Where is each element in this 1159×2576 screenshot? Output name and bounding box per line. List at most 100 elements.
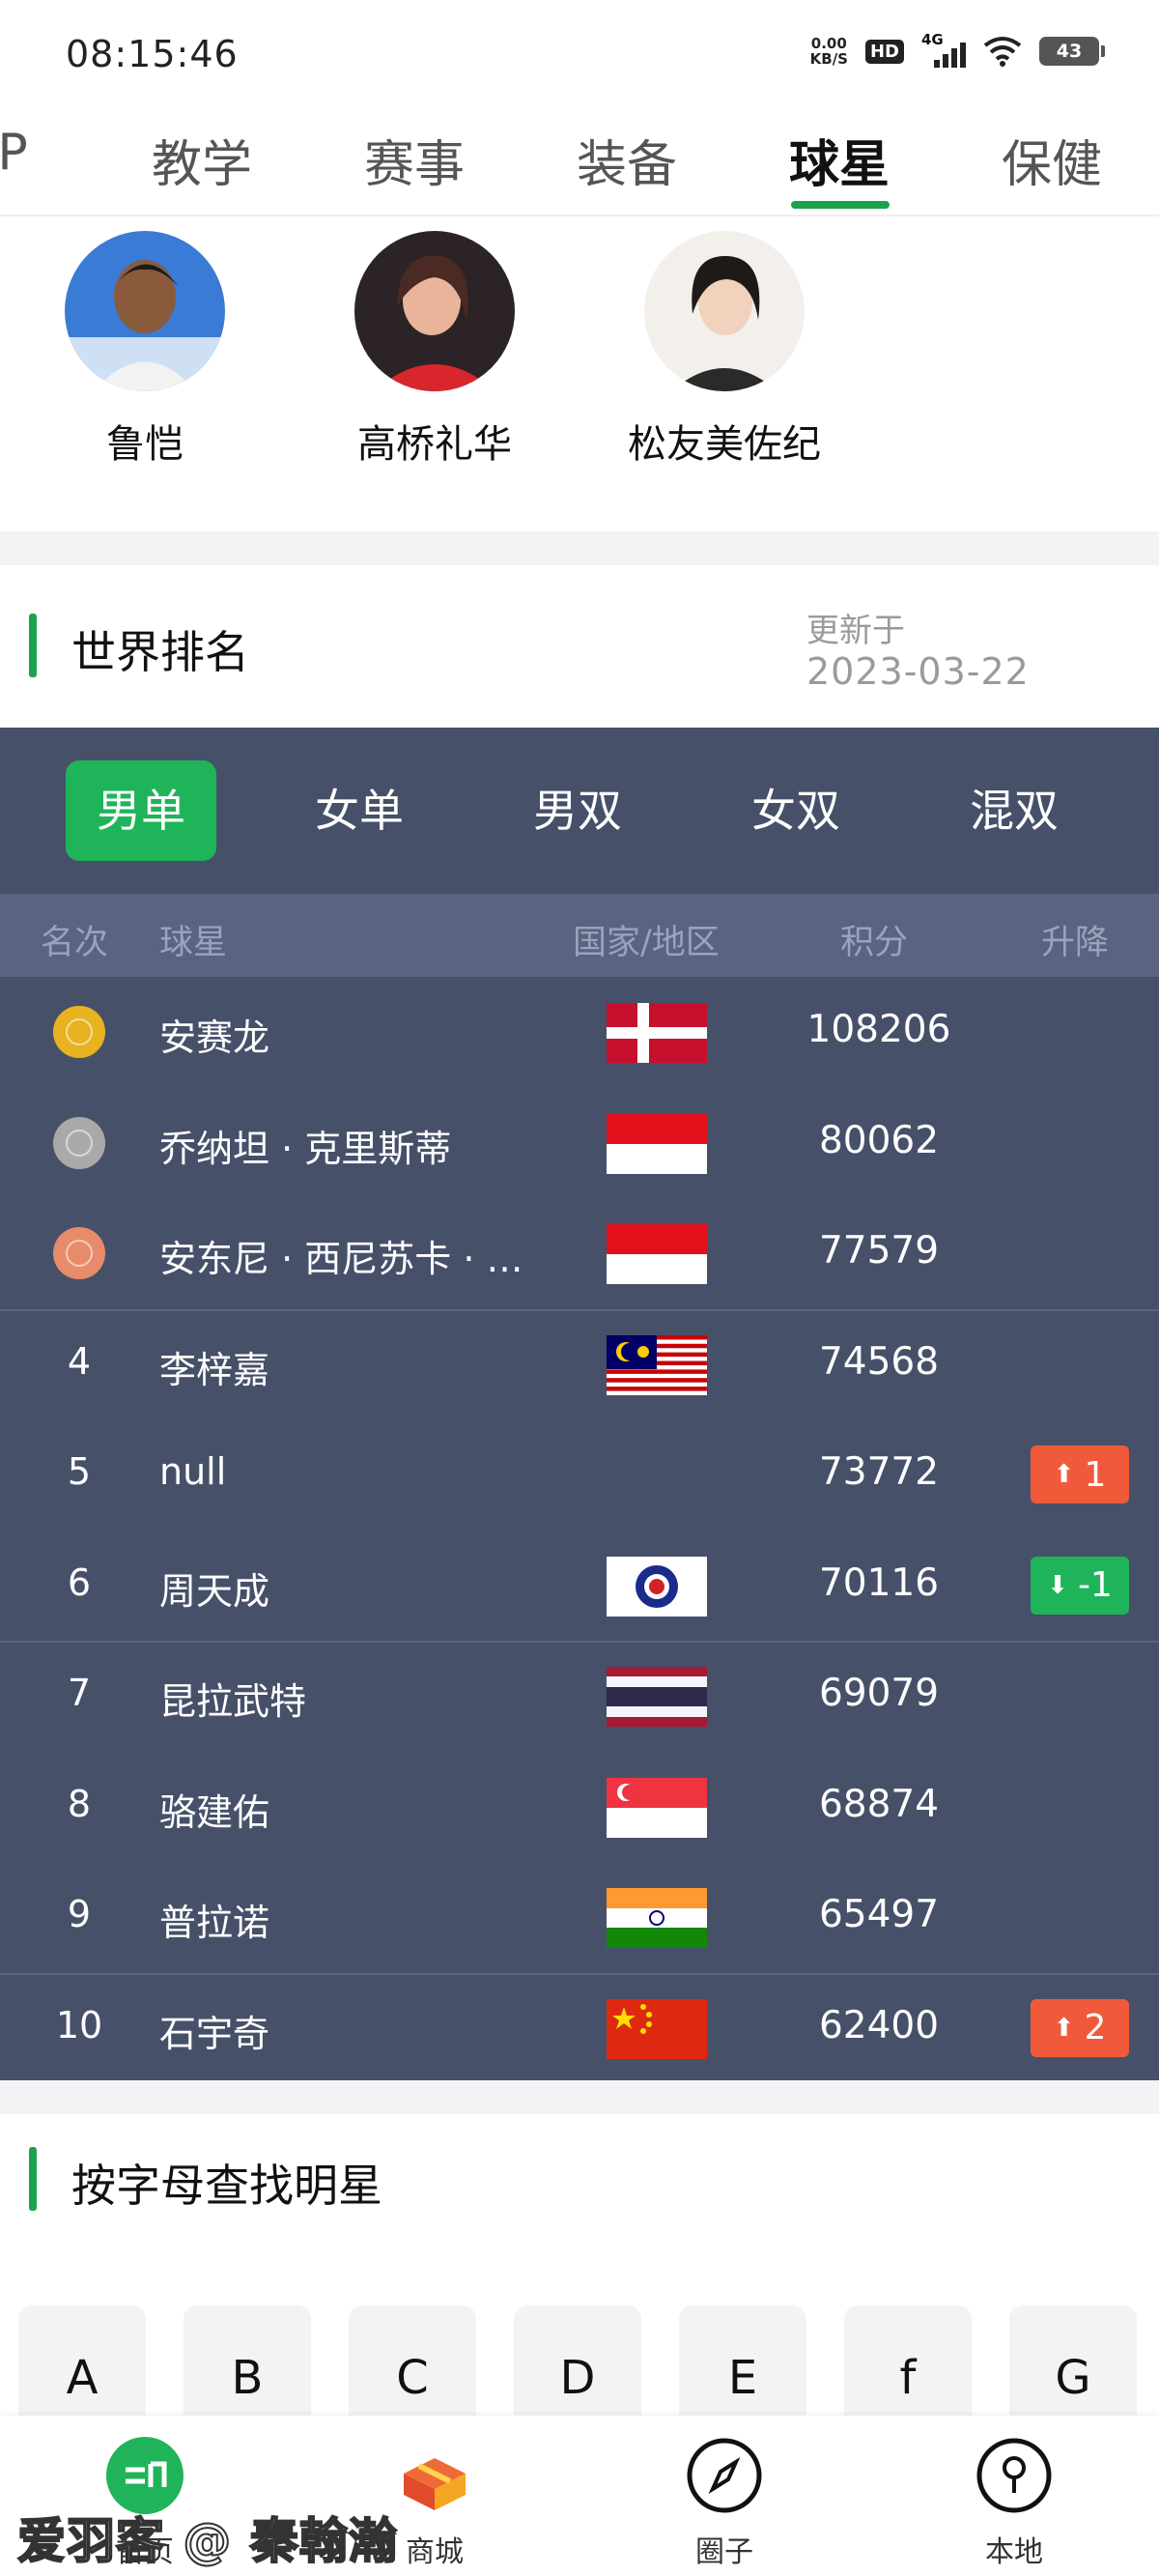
status-time: 08:15:46: [66, 33, 239, 75]
rank-number: 9: [67, 1893, 92, 1935]
tab-teaching[interactable]: 教学: [152, 124, 252, 196]
player-score: 108206: [806, 1008, 951, 1051]
denmark-flag: [607, 1003, 707, 1063]
ranking-row[interactable]: 安东尼 · 西尼苏卡 · … 77579: [0, 1198, 1159, 1308]
featured-stars: 鲁恺 高桥礼华 松友美佐纪: [0, 216, 1159, 531]
player-name: 乔纳坦 · 克里斯蒂: [159, 1127, 452, 1170]
player-name: 安赛龙: [159, 1016, 270, 1059]
rank-change-badge: ⬆ 2: [1031, 1998, 1129, 2057]
letter-key-c[interactable]: C: [349, 2305, 476, 2433]
ranking-row[interactable]: 9 普拉诺 65497: [0, 1862, 1159, 1972]
section-title: 世界排名: [71, 626, 249, 678]
chinese-taipei-flag: [607, 1556, 707, 1617]
tab-health[interactable]: 保健: [1002, 124, 1102, 196]
ranking-row[interactable]: 7 昆拉武特 69079: [0, 1641, 1159, 1751]
tab-equipment[interactable]: 装备: [577, 124, 677, 196]
avatar[interactable]: [65, 231, 225, 391]
segment-mens-doubles[interactable]: 男双: [502, 760, 653, 861]
ranking-row[interactable]: 6 周天成 70116 ⬇ -1: [0, 1531, 1159, 1641]
arrow-up-icon: ⬆: [1053, 1460, 1075, 1489]
row-divider: [0, 1641, 1159, 1643]
player-score: 74568: [818, 1339, 940, 1384]
player-name: 石宇奇: [159, 2012, 270, 2055]
letter-key-d[interactable]: D: [514, 2305, 641, 2433]
tab-events[interactable]: 赛事: [364, 124, 465, 196]
star-card[interactable]: 高桥礼华: [309, 231, 560, 469]
indonesia-flag: [607, 1224, 707, 1284]
hd-icon: HD: [864, 39, 904, 64]
rank-number: 6: [67, 1560, 92, 1604]
letter-key-f[interactable]: f: [844, 2305, 972, 2433]
avatar[interactable]: [644, 231, 805, 391]
star-name: 鲁恺: [106, 422, 184, 467]
ranking-row[interactable]: 10 石宇奇 62400 ⬆ 2: [0, 1973, 1159, 2083]
star-name: 高桥礼华: [357, 422, 512, 467]
star-card[interactable]: 松友美佐纪: [599, 231, 850, 469]
player-score: 70116: [818, 1560, 940, 1605]
row-divider: [0, 1308, 1159, 1311]
compass-icon: [687, 2438, 762, 2513]
star-name: 松友美佐纪: [628, 422, 821, 467]
ranking-header: 世界排名 更新于 2023-03-22: [0, 565, 1159, 728]
player-name: 普拉诺: [159, 1902, 270, 1944]
tab-stars[interactable]: 球星: [789, 124, 890, 196]
ranking-row[interactable]: 乔纳坦 · 克里斯蒂 80062: [0, 1088, 1159, 1198]
letter-key-b[interactable]: B: [184, 2305, 311, 2433]
player-name: 骆建佑: [159, 1790, 270, 1834]
status-icons: 0.00 KB/S HD 4G 43: [809, 31, 1105, 68]
letter-key-e[interactable]: E: [679, 2305, 806, 2433]
player-name: 昆拉武特: [159, 1680, 307, 1723]
player-name: 安东尼 · 西尼苏卡 · …: [159, 1238, 523, 1280]
shop-icon: [404, 2458, 466, 2510]
nav-local[interactable]: 本地: [937, 2435, 1091, 2570]
column-score: 积分: [840, 924, 909, 962]
segment-mixed-doubles[interactable]: 混双: [939, 760, 1089, 861]
player-name: 周天成: [159, 1569, 270, 1613]
row-divider: [0, 1972, 1159, 1975]
player-score: 68874: [818, 1782, 940, 1826]
rank-number: 8: [67, 1782, 92, 1825]
ranking-row[interactable]: 5 null 73772 ⬆ 1: [0, 1419, 1159, 1530]
letter-key-g[interactable]: G: [1009, 2305, 1137, 2433]
segment-womens-singles[interactable]: 女单: [284, 760, 435, 861]
rank-number: 4: [67, 1339, 92, 1383]
rank-number: 7: [67, 1672, 92, 1714]
ranking-panel: 男单 女单 男双 女双 混双 名次 球星 国家/地区 积分 升降 安赛龙 1082…: [0, 728, 1159, 2080]
player-score: 73772: [818, 1450, 940, 1494]
wifi-icon: [983, 37, 1022, 67]
player-name: 李梓嘉: [159, 1348, 270, 1391]
segment-womens-doubles[interactable]: 女双: [721, 760, 871, 861]
player-score: 80062: [818, 1118, 940, 1162]
column-country: 国家/地区: [573, 924, 720, 962]
network-speed: 0.00 KB/S: [809, 35, 848, 68]
top-tab-bar: IP 教学 赛事 装备 球星 保健: [0, 106, 1159, 216]
signal-icon: 4G: [921, 31, 966, 68]
tab-ip[interactable]: IP: [0, 124, 28, 182]
bronze-medal-icon: [53, 1227, 105, 1279]
malaysia-flag: [607, 1334, 707, 1395]
rank-change-badge: ⬇ -1: [1031, 1556, 1129, 1615]
singapore-flag: [607, 1777, 707, 1838]
ranking-row[interactable]: 8 骆建佑 68874: [0, 1752, 1159, 1862]
battery-icon: 43: [1039, 37, 1105, 66]
star-card[interactable]: 鲁恺: [19, 231, 270, 469]
segment-mens-singles[interactable]: 男单: [66, 760, 216, 861]
player-score: 65497: [818, 1893, 940, 1936]
letter-search-section: 按字母查找明星 A B C D E f G: [0, 2114, 1159, 2433]
status-bar: 08:15:46 0.00 KB/S HD 4G 43: [0, 0, 1159, 106]
watermark: 爱羽客 @ 秦翰瀚: [16, 2512, 398, 2570]
avatar[interactable]: [354, 231, 515, 391]
rank-number: 5: [67, 1450, 92, 1493]
ranking-column-header: 名次 球星 国家/地区 积分 升降: [0, 894, 1159, 977]
updated-date: 2023-03-22: [806, 650, 1030, 693]
nav-circle[interactable]: 圈子: [647, 2435, 802, 2570]
player-name: null: [159, 1450, 227, 1493]
player-score: 77579: [818, 1229, 940, 1273]
letter-key-a[interactable]: A: [18, 2305, 146, 2433]
silver-medal-icon: [53, 1116, 105, 1169]
section-accent-bar: [29, 2147, 37, 2211]
ranking-row[interactable]: 4 李梓嘉 74568: [0, 1309, 1159, 1419]
india-flag: [607, 1888, 707, 1948]
ranking-row[interactable]: 安赛龙 108206: [0, 977, 1159, 1087]
arrow-down-icon: ⬇: [1047, 1570, 1068, 1600]
